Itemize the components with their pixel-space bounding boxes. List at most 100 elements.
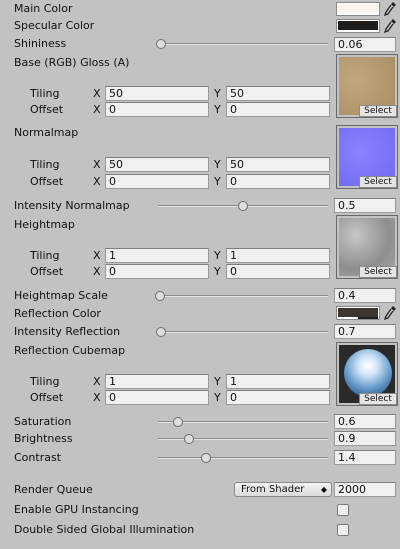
intensity-normalmap-slider-thumb[interactable]	[238, 201, 248, 211]
contrast-value-field[interactable]: 1.4	[334, 450, 396, 465]
normalmap-tiling-y-axis: Y	[214, 158, 221, 171]
saturation-slider-thumb[interactable]	[173, 417, 184, 427]
cubemap-tiling-y-axis: Y	[214, 375, 221, 388]
main-color-alpha-bar	[338, 13, 378, 15]
shininess-value-field[interactable]: 0.06	[334, 37, 396, 52]
render-queue-value-field[interactable]: 2000	[334, 482, 396, 497]
render-queue-label: Render Queue	[14, 483, 93, 496]
base-tiling-x-axis: X	[93, 87, 101, 100]
reflection-color-swatch	[338, 308, 378, 317]
cubemap-tiling-y-field[interactable]: 1	[226, 374, 330, 389]
heightmap-offset-x-axis: X	[93, 265, 101, 278]
base-offset-x-axis: X	[93, 103, 101, 116]
contrast-slider-thumb[interactable]	[200, 453, 211, 463]
normalmap-offset-label: Offset	[30, 175, 64, 188]
heightmap-tiling-x-field[interactable]: 1	[105, 248, 209, 263]
heightmap-scale-slider[interactable]	[154, 291, 328, 301]
cubemap-offset-label: Offset	[30, 391, 64, 404]
cubemap-offset-x-field[interactable]: 0	[105, 390, 209, 405]
cubemap-select-button[interactable]: Select	[359, 393, 397, 405]
specular-color-swatch	[338, 21, 378, 30]
heightmap-scale-value-field[interactable]: 0.4	[334, 288, 396, 303]
cubemap-offset-x-axis: X	[93, 391, 101, 404]
saturation-label: Saturation	[14, 415, 72, 428]
specular-color-alpha-bar	[338, 30, 378, 32]
brightness-slider[interactable]	[158, 434, 328, 444]
intensity-reflection-slider-thumb[interactable]	[156, 327, 167, 337]
base-offset-y-axis: Y	[214, 103, 221, 116]
normalmap-offset-y-axis: Y	[214, 175, 221, 188]
main-color-swatch	[338, 4, 378, 13]
base-tiling-y-field[interactable]: 50	[226, 86, 330, 101]
normalmap-texture-slot[interactable]: Select	[336, 125, 398, 189]
heightmap-select-button[interactable]: Select	[359, 266, 397, 278]
cubemap-tiling-x-field[interactable]: 1	[105, 374, 209, 389]
saturation-value-field[interactable]: 0.6	[334, 414, 396, 429]
base-tiling-x-field[interactable]: 50	[105, 86, 209, 101]
color-picker-icon[interactable]	[383, 305, 397, 321]
normalmap-offset-x-field[interactable]: 0	[105, 174, 209, 189]
normalmap-offset-x-axis: X	[93, 175, 101, 188]
base-offset-label: Offset	[30, 103, 64, 116]
brightness-label: Brightness	[14, 432, 73, 445]
double-sided-gi-checkbox[interactable]	[337, 524, 349, 536]
base-offset-x-field[interactable]: 0	[105, 102, 209, 117]
heightmap-label: Heightmap	[14, 218, 75, 231]
color-picker-icon[interactable]	[383, 18, 397, 34]
intensity-reflection-slider[interactable]	[156, 327, 328, 337]
intensity-reflection-label: Intensity Reflection	[14, 325, 121, 338]
normalmap-offset-y-field[interactable]: 0	[226, 174, 330, 189]
brightness-value-field[interactable]: 0.9	[334, 431, 396, 446]
cubemap-tiling-x-axis: X	[93, 375, 101, 388]
shininess-slider[interactable]	[156, 39, 328, 49]
intensity-normalmap-slider[interactable]	[158, 201, 328, 211]
base-tiling-label: Tiling	[30, 87, 60, 100]
heightmap-offset-y-field[interactable]: 0	[226, 264, 330, 279]
sphere-icon	[344, 349, 392, 397]
brightness-slider-thumb[interactable]	[183, 434, 194, 444]
intensity-normalmap-label: Intensity Normalmap	[14, 199, 130, 212]
heightmap-offset-label: Offset	[30, 265, 64, 278]
main-color-field[interactable]	[336, 2, 380, 16]
reflection-color-alpha-bar	[338, 317, 378, 319]
render-queue-dropdown[interactable]: From Shader ◆	[234, 482, 332, 497]
color-picker-icon[interactable]	[383, 1, 397, 17]
reflection-cubemap-slot[interactable]: Select	[336, 342, 398, 406]
specular-color-field[interactable]	[336, 19, 380, 33]
normalmap-tiling-x-axis: X	[93, 158, 101, 171]
shininess-slider-thumb[interactable]	[156, 39, 167, 49]
normalmap-tiling-y-field[interactable]: 50	[226, 157, 330, 172]
double-sided-gi-label: Double Sided Global Illumination	[14, 523, 195, 536]
heightmap-offset-y-axis: Y	[214, 265, 221, 278]
base-offset-y-field[interactable]: 0	[226, 102, 330, 117]
saturation-slider[interactable]	[158, 417, 328, 427]
render-queue-mode: From Shader	[241, 484, 305, 495]
normalmap-tiling-x-field[interactable]: 50	[105, 157, 209, 172]
gpu-instancing-checkbox[interactable]	[337, 504, 349, 516]
heightmap-tiling-label: Tiling	[30, 249, 60, 262]
base-texture-slot[interactable]: Select	[336, 54, 398, 118]
dropdown-arrow-icon: ◆	[320, 485, 327, 494]
normalmap-tiling-label: Tiling	[30, 158, 60, 171]
base-texture-select-button[interactable]: Select	[359, 105, 397, 117]
heightmap-offset-x-field[interactable]: 0	[105, 264, 209, 279]
base-texture-label: Base (RGB) Gloss (A)	[14, 56, 130, 69]
reflection-cubemap-label: Reflection Cubemap	[14, 344, 126, 357]
shininess-label: Shininess	[14, 37, 67, 50]
contrast-slider[interactable]	[158, 453, 328, 463]
specular-color-label: Specular Color	[14, 19, 95, 32]
main-color-label: Main Color	[14, 2, 73, 15]
intensity-normalmap-value-field[interactable]: 0.5	[334, 198, 396, 213]
normalmap-select-button[interactable]: Select	[359, 176, 397, 188]
heightmap-tiling-y-axis: Y	[214, 249, 221, 262]
gpu-instancing-label: Enable GPU Instancing	[14, 503, 139, 516]
normalmap-label: Normalmap	[14, 126, 79, 139]
reflection-color-field[interactable]	[336, 306, 380, 320]
heightmap-tiling-y-field[interactable]: 1	[226, 248, 330, 263]
heightmap-scale-slider-thumb[interactable]	[154, 291, 165, 301]
cubemap-offset-y-field[interactable]: 0	[226, 390, 330, 405]
heightmap-scale-label: Heightmap Scale	[14, 289, 108, 302]
heightmap-texture-slot[interactable]: Select	[336, 215, 398, 279]
base-tiling-y-axis: Y	[214, 87, 221, 100]
intensity-reflection-value-field[interactable]: 0.7	[334, 324, 396, 339]
